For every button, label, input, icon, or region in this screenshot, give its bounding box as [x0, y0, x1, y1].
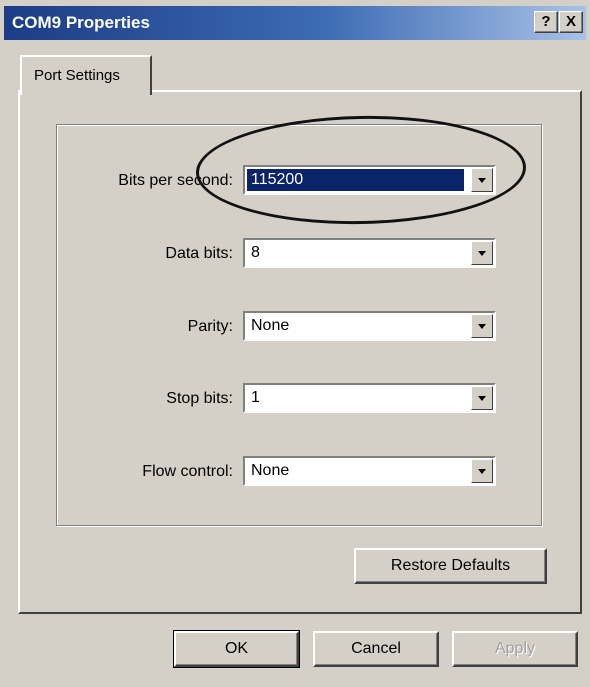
close-button[interactable]: X	[559, 11, 583, 33]
flow-control-select[interactable]: None	[243, 456, 496, 486]
tab-label: Port Settings	[34, 67, 120, 84]
title-bar: COM9 Properties ? X	[4, 6, 586, 40]
flow-control-value: None	[251, 462, 290, 479]
parity-select[interactable]: None	[243, 311, 496, 341]
stop-bits-select[interactable]: 1	[243, 383, 496, 413]
chevron-down-icon[interactable]	[471, 241, 493, 265]
data-bits-value: 8	[251, 244, 260, 261]
flow-control-label: Flow control:	[142, 463, 233, 480]
window-title: COM9 Properties	[12, 13, 150, 32]
stop-bits-label: Stop bits:	[166, 390, 233, 407]
ok-button[interactable]: OK	[173, 630, 300, 668]
apply-button[interactable]: Apply	[452, 631, 578, 667]
data-bits-select[interactable]: 8	[243, 238, 496, 268]
restore-defaults-button[interactable]: Restore Defaults	[354, 548, 547, 584]
tab-port-settings[interactable]: Port Settings	[20, 55, 152, 95]
chevron-down-icon[interactable]	[471, 314, 493, 338]
help-button[interactable]: ?	[534, 11, 558, 33]
parity-label: Parity:	[187, 318, 233, 335]
data-bits-label: Data bits:	[165, 245, 233, 262]
stop-bits-value: 1	[251, 389, 260, 406]
parity-value: None	[251, 317, 290, 334]
chevron-down-icon[interactable]	[471, 459, 493, 483]
cancel-button[interactable]: Cancel	[313, 631, 439, 667]
properties-dialog: COM9 Properties ? X Port Settings Bits p…	[0, 0, 590, 687]
chevron-down-icon[interactable]	[471, 386, 493, 410]
